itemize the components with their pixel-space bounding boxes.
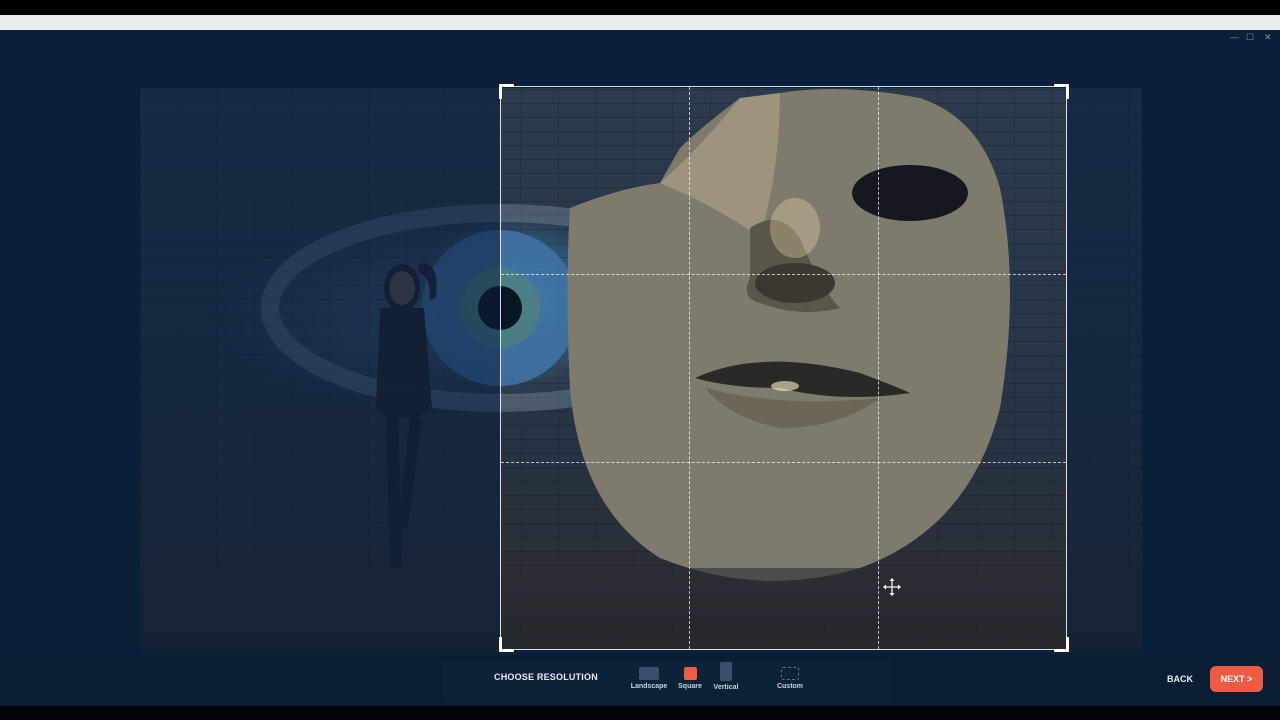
grid-line-horizontal (501, 461, 1066, 463)
square-icon (683, 667, 697, 680)
landscape-icon (639, 667, 659, 680)
resolution-option-vertical[interactable]: Vertical (710, 662, 742, 691)
crop-dim-left (140, 88, 500, 650)
move-cursor-icon (883, 578, 901, 596)
window-title-bar: — ☐ ✕ (0, 15, 1280, 42)
vertical-icon (720, 662, 732, 681)
close-icon[interactable]: ✕ (1264, 31, 1272, 43)
crop-handle-bottom-left[interactable] (499, 637, 514, 652)
choose-resolution-label: CHOOSE RESOLUTION (494, 672, 598, 682)
maximize-icon[interactable]: ☐ (1246, 31, 1254, 43)
custom-icon (781, 667, 799, 680)
resolution-option-landscape[interactable]: Landscape (629, 662, 669, 690)
grid-line-vertical (689, 87, 691, 649)
resolution-option-label: Square (678, 683, 702, 690)
crop-handle-top-left[interactable] (499, 84, 514, 99)
crop-handle-bottom-right[interactable] (1054, 637, 1069, 652)
next-button[interactable]: NEXT > (1210, 666, 1263, 692)
resolution-option-label: Custom (776, 683, 804, 690)
screen-top-band (0, 0, 1280, 15)
crop-selection[interactable] (499, 84, 1069, 652)
grid-line-vertical (877, 87, 879, 649)
screen-bottom-band (0, 706, 1280, 720)
back-button[interactable]: BACK (1160, 672, 1200, 686)
crop-dim-right (1067, 88, 1142, 650)
minimize-icon[interactable]: — (1230, 31, 1239, 43)
resolution-option-label: Vertical (713, 684, 739, 691)
grid-line-horizontal (501, 274, 1066, 276)
resolution-option-custom[interactable]: Custom (772, 662, 808, 690)
crop-handle-top-right[interactable] (1054, 84, 1069, 99)
resolution-option-label: Landscape (630, 683, 668, 690)
resolution-option-square[interactable]: Square (674, 662, 706, 690)
